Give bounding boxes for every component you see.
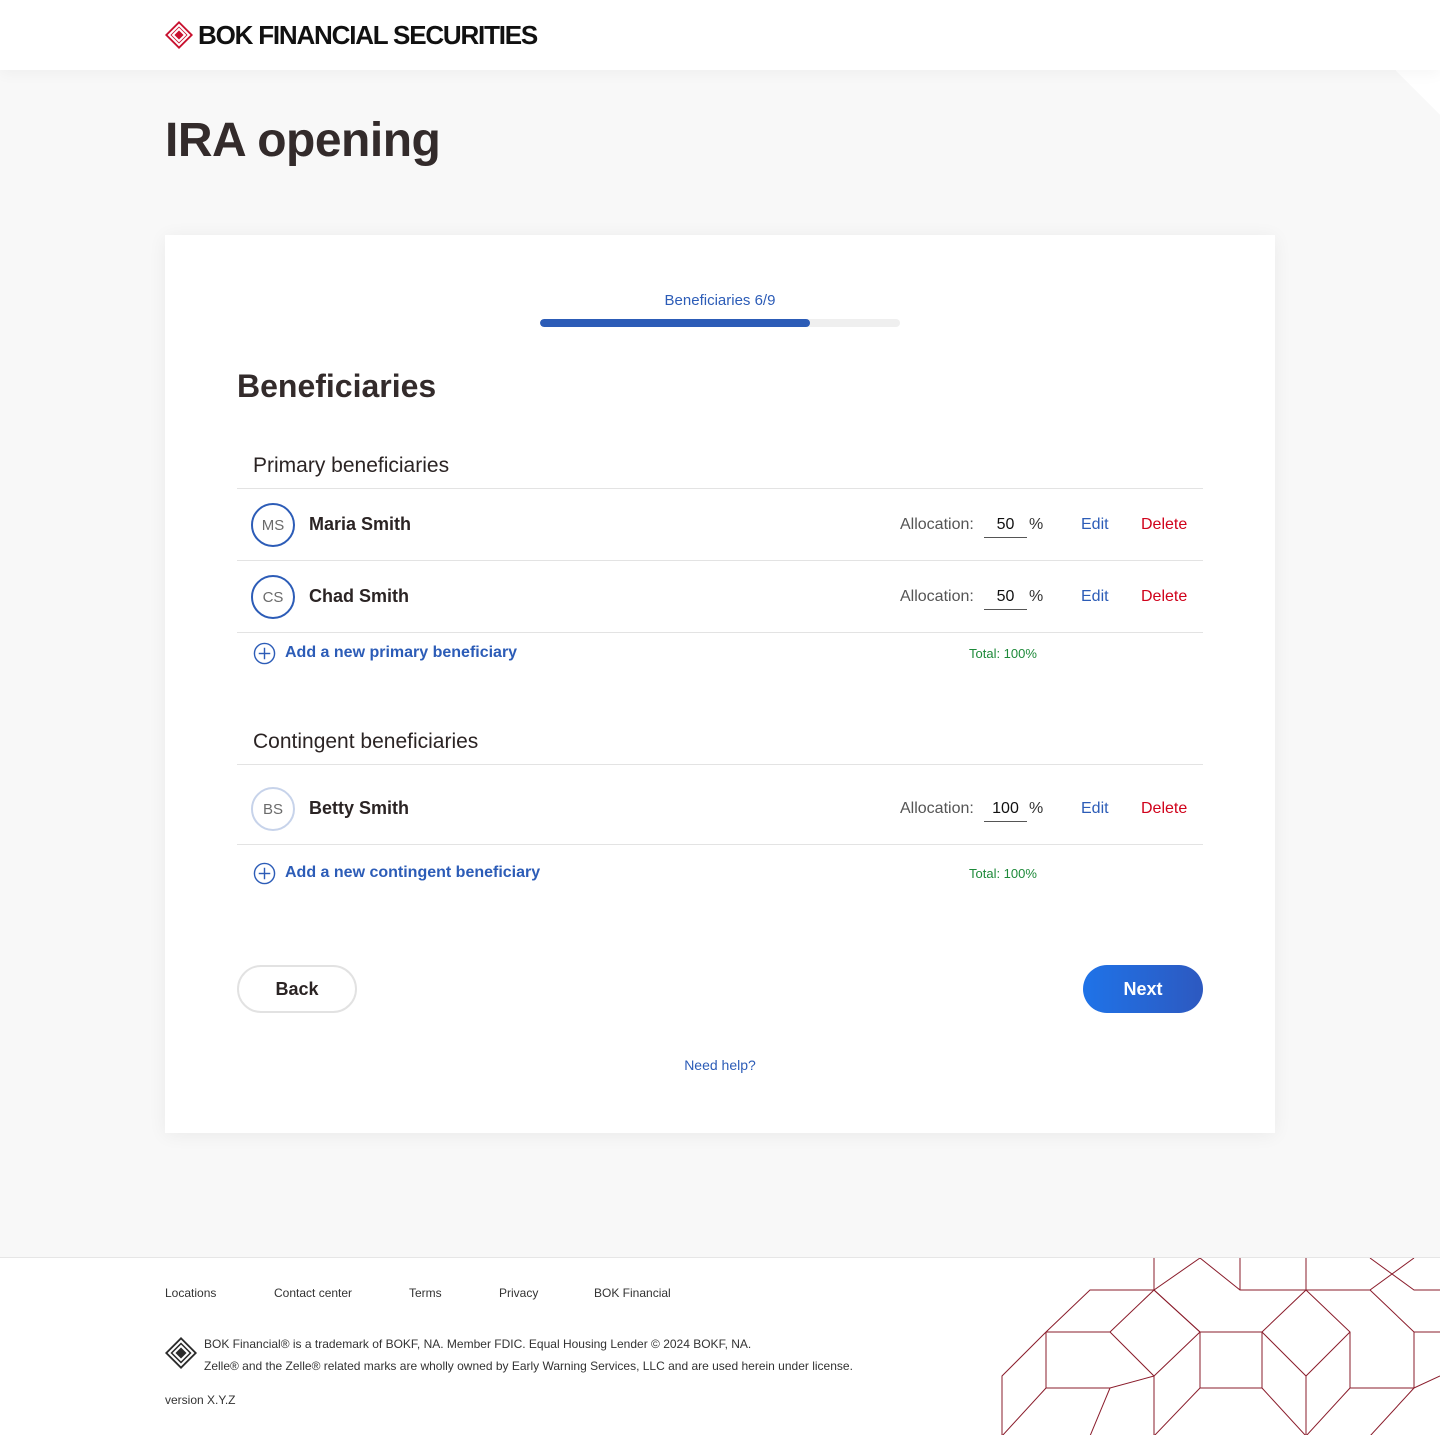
- add-contingent-beneficiary-button[interactable]: Add a new contingent beneficiary: [253, 861, 540, 885]
- page-title: IRA opening: [165, 114, 441, 167]
- footer: Locations Contact center Terms Privacy B…: [0, 1257, 1440, 1435]
- allocation-label: Allocation:: [900, 800, 974, 817]
- version-label: version X.Y.Z: [165, 1393, 236, 1407]
- add-primary-beneficiary-button[interactable]: Add a new primary beneficiary: [253, 641, 517, 665]
- beneficiary-row-maria-smith: MS Maria Smith Allocation: % Edit Delete: [237, 489, 1203, 561]
- footer-link-privacy[interactable]: Privacy: [499, 1286, 594, 1300]
- add-circle-icon: [253, 642, 276, 664]
- add-circle-icon: [253, 862, 276, 884]
- next-button[interactable]: Next: [1083, 965, 1203, 1013]
- bok-footer-logo-icon: [165, 1337, 197, 1369]
- progress-bar-fill: [540, 319, 810, 327]
- edit-link[interactable]: Edit: [1081, 516, 1109, 534]
- beneficiary-row-betty-smith: BS Betty Smith Allocation: % Edit Delete: [237, 773, 1203, 845]
- allocation-input[interactable]: [984, 512, 1027, 538]
- percent-sign: %: [1029, 800, 1044, 817]
- beneficiary-row-chad-smith: CS Chad Smith Allocation: % Edit Delete: [237, 561, 1203, 633]
- footer-link-locations[interactable]: Locations: [165, 1286, 274, 1300]
- edit-link[interactable]: Edit: [1081, 588, 1109, 606]
- primary-beneficiaries-title: Primary beneficiaries: [253, 454, 450, 477]
- geometric-pattern-decoration: [1001, 1258, 1440, 1435]
- form-card: Beneficiaries 6/9 Beneficiaries Primary …: [165, 235, 1275, 1133]
- allocation-label: Allocation:: [900, 516, 974, 533]
- footer-link-contact-center[interactable]: Contact center: [274, 1286, 409, 1300]
- percent-sign: %: [1029, 516, 1044, 533]
- legal-text-trademark: BOK Financial® is a trademark of BOKF, N…: [204, 1337, 752, 1351]
- percent-sign: %: [1029, 588, 1044, 605]
- brand-name: BOK FINANCIAL SECURITIES: [198, 19, 538, 50]
- divider: [237, 632, 1203, 633]
- brand-logo[interactable]: BOK FINANCIAL SECURITIES: [164, 18, 538, 52]
- top-header: BOK FINANCIAL SECURITIES: [0, 0, 1440, 70]
- primary-total: Total: 100%: [969, 646, 1037, 661]
- bok-logo-icon: [165, 21, 193, 49]
- divider: [237, 764, 1203, 765]
- beneficiary-name: Maria Smith: [309, 514, 412, 534]
- delete-link[interactable]: Delete: [1141, 588, 1187, 606]
- delete-link[interactable]: Delete: [1141, 800, 1187, 818]
- beneficiary-name: Chad Smith: [309, 586, 410, 606]
- beneficiary-name: Betty Smith: [309, 798, 410, 818]
- divider: [237, 844, 1203, 845]
- add-contingent-label: Add a new contingent beneficiary: [285, 864, 541, 881]
- need-help-link[interactable]: Need help?: [165, 1057, 1275, 1073]
- footer-link-bok-financial[interactable]: BOK Financial: [594, 1286, 671, 1300]
- corner-fold-decoration: [1396, 70, 1440, 116]
- legal-text-zelle: Zelle® and the Zelle® related marks are …: [204, 1359, 853, 1373]
- back-button[interactable]: Back: [237, 965, 357, 1013]
- progress-label: Beneficiaries 6/9: [664, 292, 776, 309]
- delete-link[interactable]: Delete: [1141, 516, 1187, 534]
- allocation-input[interactable]: [984, 796, 1027, 822]
- avatar: CS: [251, 575, 295, 619]
- avatar: BS: [251, 787, 295, 831]
- contingent-beneficiaries-title: Contingent beneficiaries: [253, 730, 479, 753]
- section-title: Beneficiaries: [237, 368, 437, 404]
- allocation-label: Allocation:: [900, 588, 974, 605]
- allocation-input[interactable]: [984, 584, 1027, 610]
- avatar: MS: [251, 503, 295, 547]
- footer-link-terms[interactable]: Terms: [409, 1286, 499, 1300]
- edit-link[interactable]: Edit: [1081, 800, 1109, 818]
- add-primary-label: Add a new primary beneficiary: [285, 644, 518, 661]
- progress-bar: [540, 319, 900, 327]
- contingent-total: Total: 100%: [969, 866, 1037, 881]
- footer-links: Locations Contact center Terms Privacy B…: [165, 1286, 671, 1300]
